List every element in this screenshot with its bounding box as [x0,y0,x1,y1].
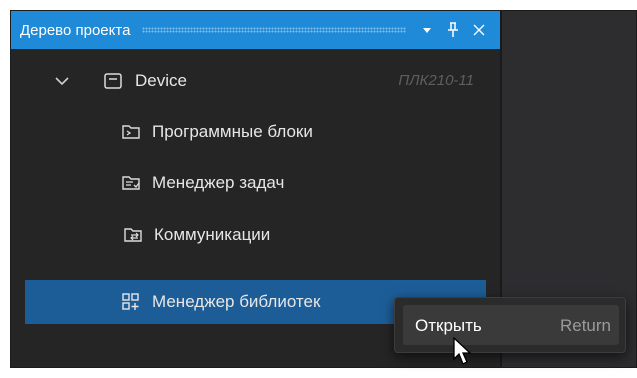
mouse-cursor-icon [453,337,472,365]
communications-icon [124,228,142,242]
tree-item-task-manager[interactable]: Менеджер задач [25,161,500,205]
task-manager-icon [122,176,140,190]
panel-titlebar: Дерево проекта [11,11,500,49]
device-icon [104,73,122,89]
triangle-down-icon [423,28,431,33]
tree-item-label: Device [135,71,187,90]
program-blocks-icon [122,125,140,139]
dropdown-button[interactable] [416,19,438,41]
menu-item-shortcut: Return [559,316,611,335]
pin-button[interactable] [442,19,464,41]
panel-title: Дерево проекта [20,21,131,39]
library-manager-icon [122,293,139,310]
chevron-down-icon[interactable] [53,72,71,90]
menu-item-label: Открыть [415,316,482,335]
context-menu-item-open[interactable]: Открыть Return [403,305,619,345]
tree-item-device[interactable]: Device ПЛК210-11 [25,59,500,103]
context-menu: Открыть Return [394,297,626,353]
close-icon [473,24,485,36]
tree-item-label: Менеджер задач [152,173,285,192]
tree-item-label: Программные блоки [152,122,313,141]
tree-item-label: Коммуникации [154,225,271,244]
tree-item-program-blocks[interactable]: Программные блоки [25,110,500,154]
tree-item-label: Менеджер библиотек [152,292,321,311]
device-model-hint: ПЛК210-11 [398,72,474,89]
close-button[interactable] [468,19,490,41]
pin-icon [448,22,458,37]
tree-item-communications[interactable]: Коммуникации [25,213,500,257]
drag-grip[interactable] [142,27,406,33]
